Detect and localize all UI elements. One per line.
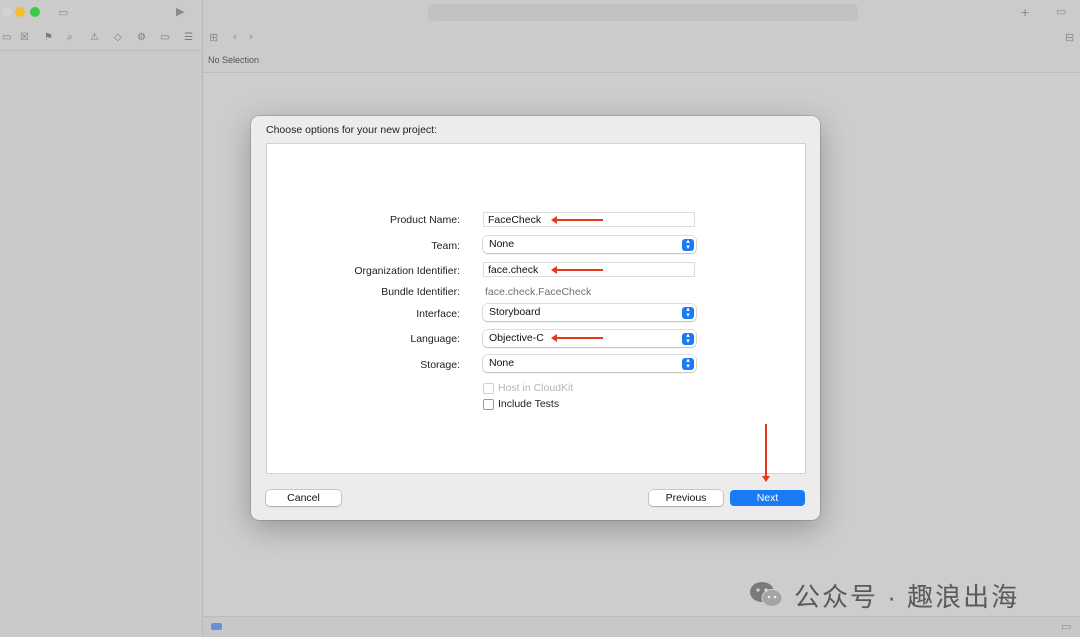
related-items-icon[interactable]: ⊞: [209, 32, 218, 44]
minimize-window-button[interactable]: [15, 7, 25, 17]
annotation-arrow: [551, 334, 603, 341]
product-name-label: Product Name:: [389, 214, 460, 226]
chevron-updown-icon: ▴ ▾: [682, 306, 694, 319]
console-toggle-icon[interactable]: ▭: [1061, 621, 1071, 633]
annotation-arrow: [551, 266, 603, 273]
team-label: Team:: [431, 240, 460, 252]
team-value: None: [489, 238, 515, 250]
wechat-icon: [748, 580, 786, 610]
include-tests-checkbox[interactable]: [483, 399, 494, 410]
new-project-sheet: Choose options for your new project: Pro…: [251, 116, 820, 520]
breadcrumb: No Selection: [203, 50, 1080, 73]
interface-popup[interactable]: Storyboard ▴ ▾: [483, 304, 696, 321]
main-toolbar: + ▭: [203, 0, 1080, 26]
previous-button[interactable]: Previous: [649, 490, 723, 506]
cancel-button[interactable]: Cancel: [266, 490, 341, 506]
options-panel: Product Name: FaceCheck Team: None ▴ ▾ Or…: [266, 143, 806, 482]
storage-popup[interactable]: None ▴ ▾: [483, 355, 696, 372]
debug-toggle-icon[interactable]: [211, 623, 222, 630]
watermark-text: 公众号 · 趣浪出海: [794, 581, 1020, 612]
find-icon[interactable]: ⌕: [67, 32, 73, 43]
breakpoint-icon[interactable]: ▭: [160, 32, 169, 43]
watermark: 公众号 · 趣浪出海: [748, 575, 1019, 615]
annotation-arrow: [762, 424, 769, 482]
navigator-sidebar: ▭ ▶ ▭ ☒ ⚑ ⌕ ⚠ ◇ ⚙ ▭ ☰: [0, 0, 203, 637]
host-in-cloudkit-checkbox[interactable]: [483, 383, 494, 394]
storage-value: None: [489, 357, 515, 369]
close-window-button[interactable]: [2, 7, 12, 17]
debug-icon[interactable]: ⚙: [137, 32, 146, 43]
project-navigator-icon[interactable]: ▭: [2, 32, 11, 43]
storage-label: Storage:: [420, 359, 460, 371]
activity-view: [428, 4, 858, 21]
language-value: Objective-C: [489, 332, 544, 344]
language-popup[interactable]: Objective-C ▴ ▾: [483, 330, 696, 347]
inspector-toggle-icon[interactable]: ▭: [1056, 6, 1066, 18]
next-button[interactable]: Next: [730, 490, 805, 506]
include-tests-label: Include Tests: [498, 398, 560, 410]
jump-bar: ⊞ ‹ › ⊟: [203, 26, 1080, 51]
navigator-tabs: ▭ ☒ ⚑ ⌕ ⚠ ◇ ⚙ ▭ ☰: [0, 26, 202, 51]
bundle-identifier-value: face.check.FaceCheck: [485, 286, 592, 298]
test-icon[interactable]: ◇: [114, 32, 122, 43]
bookmark-icon[interactable]: ⚑: [44, 32, 53, 43]
no-selection-label: No Selection: [208, 55, 260, 65]
chevron-updown-icon: ▴ ▾: [682, 238, 694, 251]
forward-chevron-icon[interactable]: ›: [249, 31, 253, 43]
sidebar-toolbar: ▭ ▶: [0, 0, 202, 26]
issue-icon[interactable]: ⚠: [90, 32, 99, 43]
language-label: Language:: [410, 333, 460, 345]
report-icon[interactable]: ☰: [184, 32, 193, 43]
organization-identifier-label: Organization Identifier:: [354, 265, 460, 277]
chevron-updown-icon: ▴ ▾: [682, 357, 694, 370]
interface-value: Storyboard: [489, 306, 541, 318]
host-in-cloudkit-label: Host in CloudKit: [498, 382, 574, 394]
zoom-window-button[interactable]: [30, 7, 40, 17]
run-button-icon[interactable]: ▶: [176, 6, 184, 18]
team-popup[interactable]: None ▴ ▾: [483, 236, 696, 253]
chevron-updown-icon: ▴ ▾: [682, 332, 694, 345]
sidebar-toggle-icon[interactable]: ▭: [58, 7, 68, 19]
split-editor-icon[interactable]: ⊟: [1065, 32, 1074, 44]
source-control-icon[interactable]: ☒: [20, 32, 29, 43]
add-icon[interactable]: +: [1021, 5, 1029, 19]
bundle-identifier-label: Bundle Identifier:: [381, 286, 460, 298]
interface-label: Interface:: [416, 308, 460, 320]
debug-bar: ▭: [203, 616, 1080, 637]
sheet-title: Choose options for your new project:: [266, 124, 438, 136]
annotation-arrow: [551, 216, 603, 223]
back-chevron-icon[interactable]: ‹: [233, 31, 237, 43]
